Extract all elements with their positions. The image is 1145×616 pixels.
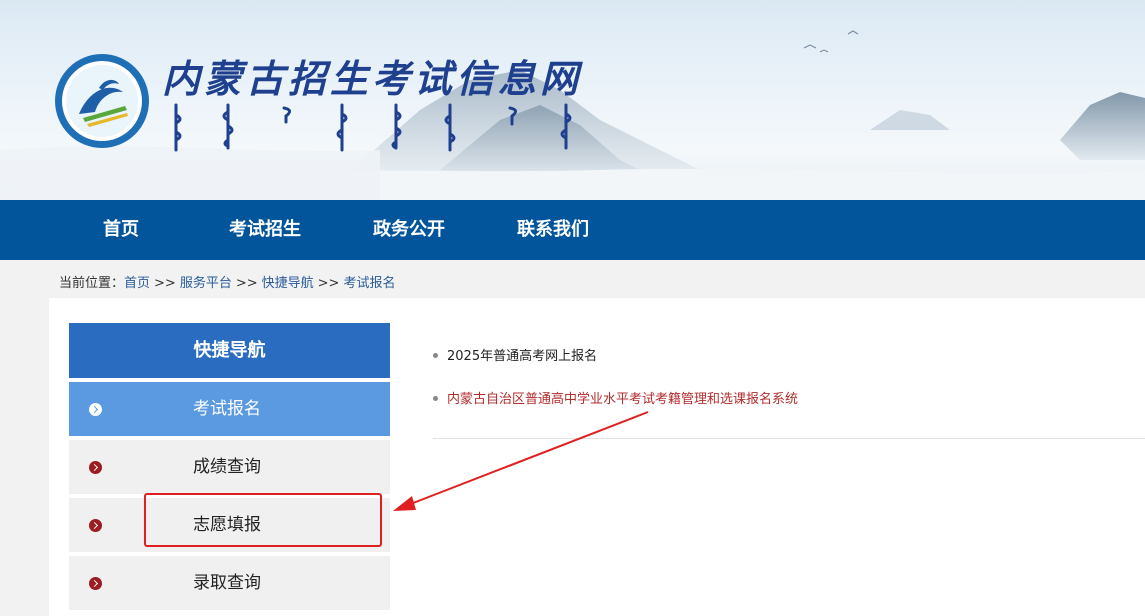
chevron-right-icon <box>89 403 102 416</box>
sidebar-item-exam-registration[interactable]: 考试报名 <box>69 382 390 436</box>
link-academic-level-exam-system[interactable]: 内蒙古自治区普通高中学业水平考试考籍管理和选课报名系统 <box>433 388 798 407</box>
breadcrumb-row: 当前位置：首页 >> 服务平台 >> 快捷导航 >> 考试报名 <box>0 260 1145 298</box>
sidebar-item-score-query[interactable]: 成绩查询 <box>69 440 390 494</box>
breadcrumb-prefix: 当前位置： <box>59 276 125 291</box>
breadcrumb-separator: >> <box>317 276 340 291</box>
sidebar-item-label: 成绩查询 <box>193 457 261 477</box>
link-text: 2025年普通高考网上报名 <box>447 349 598 364</box>
breadcrumb-separator: >> <box>154 276 176 291</box>
bullet-icon <box>433 353 438 358</box>
site-title: 内蒙古招生考试信息网 <box>162 56 583 101</box>
bullet-icon <box>433 396 438 401</box>
sidebar-item-label: 考试报名 <box>193 399 261 419</box>
exam-authority-logo-icon[interactable] <box>53 52 151 150</box>
nav-government-affairs[interactable]: 政务公开 <box>373 200 445 260</box>
main-nav: 首页 考试招生 政务公开 联系我们 <box>0 200 1145 260</box>
mongolian-script-graphic <box>174 103 572 152</box>
link-gaokao-online-registration[interactable]: 2025年普通高考网上报名 <box>433 345 597 364</box>
annotation-highlight-box <box>144 493 382 547</box>
sidebar-title: 快捷导航 <box>69 323 390 378</box>
nav-home[interactable]: 首页 <box>103 200 139 260</box>
sidebar-item-label: 录取查询 <box>193 573 261 593</box>
list-divider <box>433 438 1145 439</box>
breadcrumb-home[interactable]: 首页 <box>124 276 150 291</box>
chevron-right-icon <box>89 519 102 532</box>
breadcrumb: 当前位置：首页 >> 服务平台 >> 快捷导航 >> 考试报名 <box>59 272 395 291</box>
chevron-right-icon <box>89 577 102 590</box>
nav-exam-admission[interactable]: 考试招生 <box>229 200 301 260</box>
chevron-right-icon <box>89 461 102 474</box>
link-text: 内蒙古自治区普通高中学业水平考试考籍管理和选课报名系统 <box>447 392 799 407</box>
breadcrumb-service-platform[interactable]: 服务平台 <box>180 276 232 291</box>
header-banner: 内蒙古招生考试信息网 <box>0 0 1145 200</box>
breadcrumb-quick-nav[interactable]: 快捷导航 <box>262 276 314 291</box>
breadcrumb-separator: >> <box>235 276 258 291</box>
sidebar-item-admission-query[interactable]: 录取查询 <box>69 556 390 610</box>
nav-contact-us[interactable]: 联系我们 <box>517 200 589 260</box>
breadcrumb-exam-registration[interactable]: 考试报名 <box>343 276 395 291</box>
